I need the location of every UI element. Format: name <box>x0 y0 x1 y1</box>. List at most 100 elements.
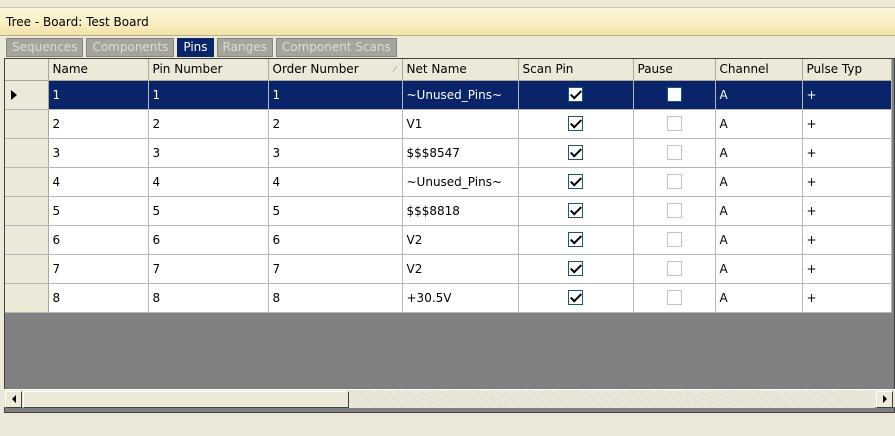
row-header-cell[interactable] <box>5 138 49 168</box>
cell-pin-number[interactable]: 4 <box>148 167 269 197</box>
column-header-order-number[interactable]: Order Number ⁄ <box>268 59 403 81</box>
row-header-cell[interactable] <box>5 283 49 313</box>
row-header-cell[interactable] <box>5 254 49 284</box>
table-row[interactable]: 3 3 3 $$$8547 A + <box>5 138 892 168</box>
cell-net-name[interactable]: V2 <box>402 225 519 255</box>
cell-name[interactable]: 6 <box>48 225 149 255</box>
scroll-left-button[interactable] <box>5 391 22 408</box>
cell-order-number[interactable]: 7 <box>268 254 403 284</box>
cell-order-number[interactable]: 3 <box>268 138 403 168</box>
cell-net-name[interactable]: ~Unused_Pins~ <box>402 80 519 110</box>
cell-pin-number[interactable]: 2 <box>148 109 269 139</box>
column-header-pulse-type[interactable]: Pulse Typ <box>802 59 892 81</box>
cell-pulse-type[interactable]: + <box>802 138 892 168</box>
cell-name[interactable]: 5 <box>48 196 149 226</box>
pins-grid: Name Pin Number Order Number ⁄ Net Name S… <box>4 58 895 413</box>
column-header-pause[interactable]: Pause <box>633 59 716 81</box>
scan-pin-checkbox[interactable] <box>568 174 583 189</box>
cell-channel[interactable]: A <box>715 196 803 226</box>
table-row[interactable]: 6 6 6 V2 A + <box>5 225 892 255</box>
cell-net-name[interactable]: $$$8547 <box>402 138 519 168</box>
cell-pulse-type[interactable]: + <box>802 225 892 255</box>
pause-checkbox[interactable] <box>666 174 682 189</box>
cell-name[interactable]: 8 <box>48 283 149 313</box>
column-header-channel[interactable]: Channel <box>715 59 803 81</box>
cell-pin-number[interactable]: 1 <box>148 80 269 110</box>
scan-pin-checkbox[interactable] <box>568 145 583 160</box>
status-bar <box>0 413 895 436</box>
cell-pin-number[interactable]: 5 <box>148 196 269 226</box>
pause-checkbox[interactable] <box>666 203 682 218</box>
cell-order-number[interactable]: 8 <box>268 283 403 313</box>
cell-pin-number[interactable]: 8 <box>148 283 269 313</box>
horizontal-scrollbar[interactable] <box>4 389 895 408</box>
cell-pin-number[interactable]: 6 <box>148 225 269 255</box>
scan-pin-checkbox[interactable] <box>568 261 583 276</box>
pause-checkbox[interactable] <box>666 290 682 305</box>
cell-net-name[interactable]: +30.5V <box>402 283 519 313</box>
cell-name[interactable]: 1 <box>48 80 149 110</box>
cell-net-name[interactable]: ~Unused_Pins~ <box>402 167 519 197</box>
cell-channel[interactable]: A <box>715 80 803 110</box>
cell-channel[interactable]: A <box>715 254 803 284</box>
row-header-cell[interactable] <box>5 80 49 110</box>
cell-channel[interactable]: A <box>715 138 803 168</box>
pause-checkbox[interactable] <box>666 116 682 131</box>
cell-pulse-type[interactable]: + <box>802 80 892 110</box>
row-header-cell[interactable] <box>5 196 49 226</box>
cell-order-number[interactable]: 5 <box>268 196 403 226</box>
scroll-right-button[interactable] <box>876 391 893 408</box>
table-row[interactable]: 5 5 5 $$$8818 A + <box>5 196 892 226</box>
cell-pulse-type[interactable]: + <box>802 167 892 197</box>
table-row[interactable]: 2 2 2 V1 A + <box>5 109 892 139</box>
table-row[interactable]: 7 7 7 V2 A + <box>5 254 892 284</box>
cell-pin-number[interactable]: 7 <box>148 254 269 284</box>
pause-checkbox[interactable] <box>666 261 682 276</box>
cell-pulse-type[interactable]: + <box>802 109 892 139</box>
cell-name[interactable]: 3 <box>48 138 149 168</box>
cell-channel[interactable]: A <box>715 109 803 139</box>
row-header-cell[interactable] <box>5 225 49 255</box>
title-bar: Tree - Board: Test Board <box>0 7 895 36</box>
cell-name[interactable]: 7 <box>48 254 149 284</box>
tab-ranges[interactable]: Ranges <box>216 38 273 57</box>
scan-pin-checkbox[interactable] <box>568 232 583 247</box>
column-header-pin-number[interactable]: Pin Number <box>148 59 269 81</box>
cell-net-name[interactable]: V2 <box>402 254 519 284</box>
cell-order-number[interactable]: 2 <box>268 109 403 139</box>
cell-pulse-type[interactable]: + <box>802 254 892 284</box>
scan-pin-checkbox[interactable] <box>568 203 583 218</box>
cell-order-number[interactable]: 4 <box>268 167 403 197</box>
pause-checkbox[interactable] <box>666 232 682 247</box>
tab-pins[interactable]: Pins <box>177 38 214 57</box>
scan-pin-checkbox[interactable] <box>568 116 583 131</box>
column-header-name[interactable]: Name <box>48 59 149 81</box>
tab-sequences[interactable]: Sequences <box>6 38 84 57</box>
cell-channel[interactable]: A <box>715 283 803 313</box>
pause-checkbox[interactable] <box>666 145 682 160</box>
cell-name[interactable]: 4 <box>48 167 149 197</box>
table-row[interactable]: 1 1 1 ~Unused_Pins~ A + <box>5 80 892 110</box>
column-header-scan-pin[interactable]: Scan Pin <box>518 59 634 81</box>
cell-pulse-type[interactable]: + <box>802 283 892 313</box>
column-header-net-name[interactable]: Net Name <box>402 59 519 81</box>
scroll-thumb[interactable] <box>23 391 349 408</box>
tab-component-scans[interactable]: Component Scans <box>275 38 397 57</box>
cell-channel[interactable]: A <box>715 167 803 197</box>
cell-net-name[interactable]: V1 <box>402 109 519 139</box>
cell-net-name[interactable]: $$$8818 <box>402 196 519 226</box>
cell-order-number[interactable]: 1 <box>268 80 403 110</box>
cell-order-number[interactable]: 6 <box>268 225 403 255</box>
row-header-cell[interactable] <box>5 109 49 139</box>
cell-pin-number[interactable]: 3 <box>148 138 269 168</box>
table-row[interactable]: 8 8 8 +30.5V A + <box>5 283 892 313</box>
cell-channel[interactable]: A <box>715 225 803 255</box>
pause-checkbox[interactable] <box>666 87 682 102</box>
cell-pulse-type[interactable]: + <box>802 196 892 226</box>
table-row[interactable]: 4 4 4 ~Unused_Pins~ A + <box>5 167 892 197</box>
tab-components[interactable]: Components <box>86 38 175 57</box>
cell-name[interactable]: 2 <box>48 109 149 139</box>
scan-pin-checkbox[interactable] <box>568 290 583 305</box>
row-header-cell[interactable] <box>5 167 49 197</box>
scan-pin-checkbox[interactable] <box>568 87 583 102</box>
